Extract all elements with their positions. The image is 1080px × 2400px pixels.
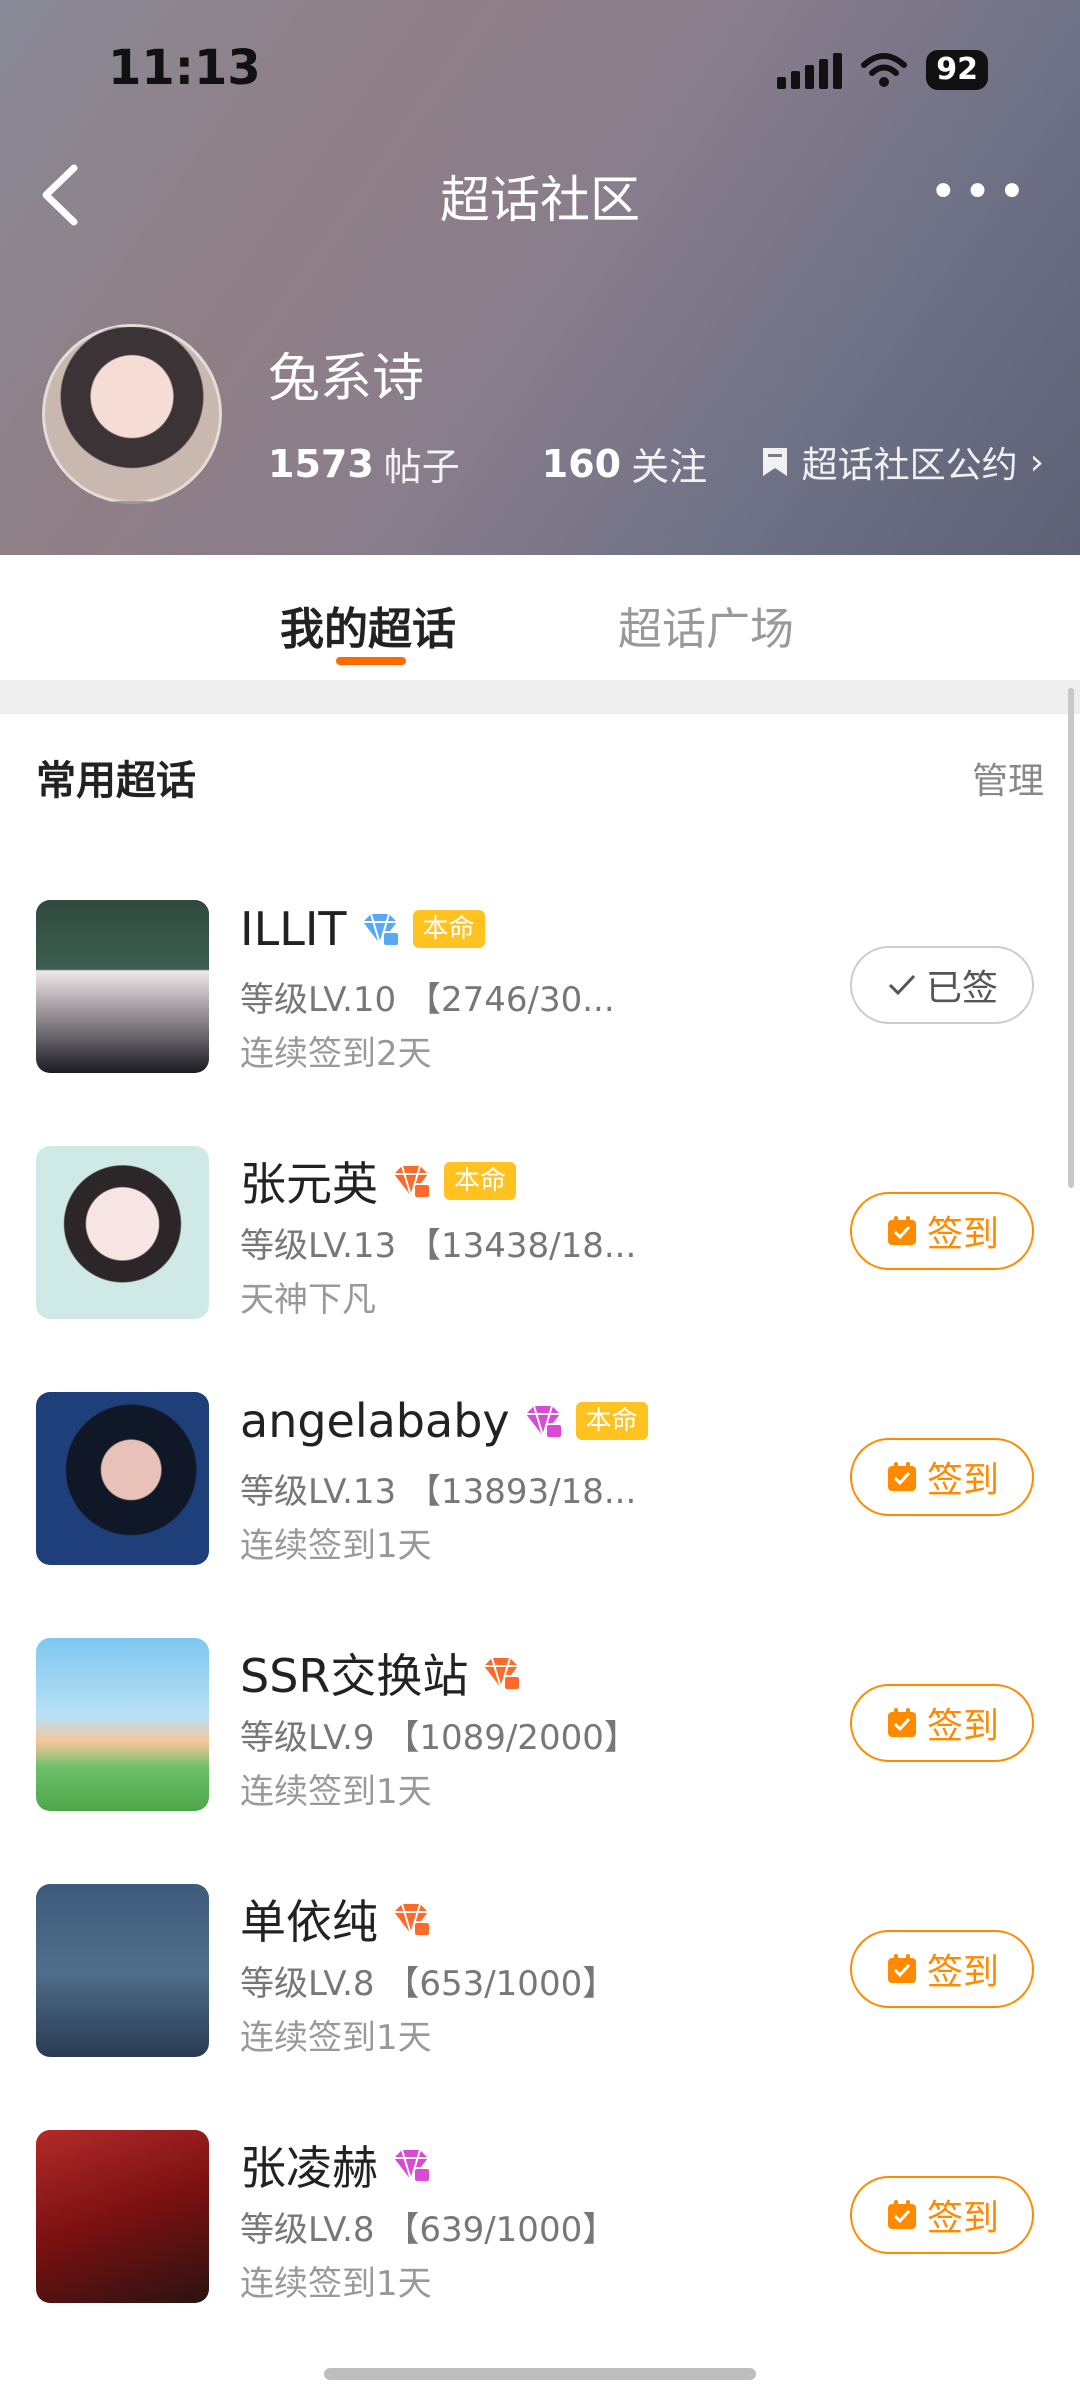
page-title: 超话社区 <box>440 171 640 229</box>
posts-label: 帖子 <box>383 445 460 489</box>
level-gem-icon <box>525 1405 563 1440</box>
manage-button[interactable]: 管理 <box>972 752 1044 804</box>
bestie-badge: 本命 <box>412 910 485 948</box>
topic-thumbnail[interactable] <box>36 900 209 1073</box>
topic-name-line[interactable]: ILLIT 本命 <box>240 902 485 956</box>
topic-name: 张凌赫 <box>240 2141 378 2195</box>
topic-name-line[interactable]: 张凌赫 <box>240 2132 432 2198</box>
topic-name-line[interactable]: angelababy 本命 <box>240 1394 648 1448</box>
topic-subtitle: 连续签到2天 <box>240 1034 432 1074</box>
button-label: 已签 <box>925 968 998 1009</box>
convention-link[interactable]: 超话社区公约 › <box>760 436 1044 488</box>
level-gem-icon <box>394 1903 431 1938</box>
wifi-icon <box>861 53 908 87</box>
calendar-icon <box>887 1216 916 1245</box>
topic-level: 等级LV.8 【639/1000】 <box>240 2210 617 2250</box>
sign-in-button[interactable]: 签到 <box>850 1438 1034 1516</box>
tab-topic-square[interactable]: 超话广场 <box>618 593 794 657</box>
more-icon[interactable]: ••• <box>929 168 1032 216</box>
signal-icon <box>777 51 843 89</box>
topic-name-line[interactable]: 单依纯 <box>240 1886 432 1952</box>
profile-stats: 1573 帖子 160 关注 <box>268 436 707 491</box>
calendar-icon <box>887 1462 916 1491</box>
profile-header: 11:13 92 超话社区 ••• 兔系诗 1573 帖子 160 关注 超话社… <box>0 0 1080 555</box>
chevron-right-icon: › <box>1029 441 1044 483</box>
topic-subtitle: 连续签到1天 <box>240 1772 432 1812</box>
section-divider <box>0 680 1080 714</box>
sign-in-button[interactable]: 签到 <box>850 1930 1034 2008</box>
level-gem-icon <box>394 1165 431 1200</box>
topic-level: 等级LV.8 【653/1000】 <box>240 1964 617 2004</box>
calendar-icon <box>887 1708 916 1737</box>
topic-thumbnail[interactable] <box>36 1884 209 2057</box>
posts-count: 1573 <box>268 441 374 486</box>
topic-level: 等级LV.10 【2746/30... <box>240 980 615 1020</box>
topic-level: 等级LV.13 【13438/18... <box>240 1226 637 1266</box>
topic-name-line[interactable]: SSR交换站 <box>240 1640 522 1706</box>
follow-count: 160 <box>541 441 622 486</box>
convention-label: 超话社区公约 <box>801 445 1018 486</box>
button-label: 签到 <box>926 1460 999 1501</box>
bestie-badge: 本命 <box>444 1162 517 1200</box>
topic-level: 等级LV.13 【13893/18... <box>240 1472 637 1512</box>
topic-name: SSR交换站 <box>240 1649 469 1703</box>
button-label: 签到 <box>926 1214 999 1255</box>
battery-indicator: 92 <box>926 50 988 90</box>
topic-name: ILLIT <box>240 902 347 956</box>
topic-subtitle: 连续签到1天 <box>240 2018 432 2058</box>
topic-thumbnail[interactable] <box>36 2130 209 2303</box>
tab-my-topics[interactable]: 我的超话 <box>280 593 456 657</box>
topic-subtitle: 连续签到1天 <box>240 1526 432 1566</box>
button-label: 签到 <box>926 1952 999 1993</box>
sign-in-button[interactable]: 签到 <box>850 1192 1034 1270</box>
bookmark-icon <box>762 448 787 476</box>
calendar-icon <box>887 2200 916 2229</box>
bestie-badge: 本命 <box>575 1402 648 1440</box>
topic-row[interactable]: 单依纯 等级LV.8 【653/1000】 连续签到1天 签到 <box>0 1884 1080 2084</box>
topic-thumbnail[interactable] <box>36 1638 209 1811</box>
status-icons: 92 <box>777 50 988 90</box>
topic-thumbnail[interactable] <box>36 1392 209 1565</box>
level-gem-icon <box>362 913 400 948</box>
topic-thumbnail[interactable] <box>36 1146 209 1319</box>
home-indicator[interactable] <box>324 2368 756 2380</box>
sign-in-button[interactable]: 签到 <box>850 2176 1034 2254</box>
topic-row[interactable]: 张元英 本命 等级LV.13 【13438/18... 天神下凡 签到 <box>0 1146 1080 1346</box>
calendar-icon <box>887 1954 916 1983</box>
topic-subtitle: 天神下凡 <box>240 1280 376 1320</box>
sign-in-button[interactable]: 签到 <box>850 1684 1034 1762</box>
avatar[interactable] <box>42 324 222 504</box>
level-gem-icon <box>394 2149 431 2184</box>
topic-name: 张元英 <box>240 1157 378 1211</box>
follow-label: 关注 <box>631 445 708 489</box>
topic-row[interactable]: ILLIT 本命 等级LV.10 【2746/30... 连续签到2天 已签 <box>0 900 1080 1100</box>
topic-row[interactable]: 张凌赫 等级LV.8 【639/1000】 连续签到1天 签到 <box>0 2130 1080 2330</box>
username: 兔系诗 <box>268 349 425 409</box>
topic-name: angelababy <box>240 1394 510 1448</box>
topic-row[interactable]: SSR交换站 等级LV.9 【1089/2000】 连续签到1天 签到 <box>0 1638 1080 1838</box>
topic-name: 单依纯 <box>240 1895 378 1949</box>
topic-row[interactable]: angelababy 本命 等级LV.13 【13893/18... 连续签到1… <box>0 1392 1080 1592</box>
level-gem-icon <box>484 1657 522 1692</box>
check-icon <box>888 974 916 996</box>
button-label: 签到 <box>926 1706 999 1747</box>
topic-level: 等级LV.9 【1089/2000】 <box>240 1718 638 1758</box>
tab-indicator <box>336 657 406 665</box>
topic-subtitle: 连续签到1天 <box>240 2264 432 2304</box>
status-time: 11:13 <box>108 40 261 96</box>
topic-name-line[interactable]: 张元英 本命 <box>240 1148 517 1214</box>
tab-bar: 我的超话 超话广场 <box>0 555 1080 680</box>
button-label: 签到 <box>926 2198 999 2239</box>
section-title: 常用超话 <box>36 758 196 804</box>
signed-button[interactable]: 已签 <box>850 946 1034 1024</box>
